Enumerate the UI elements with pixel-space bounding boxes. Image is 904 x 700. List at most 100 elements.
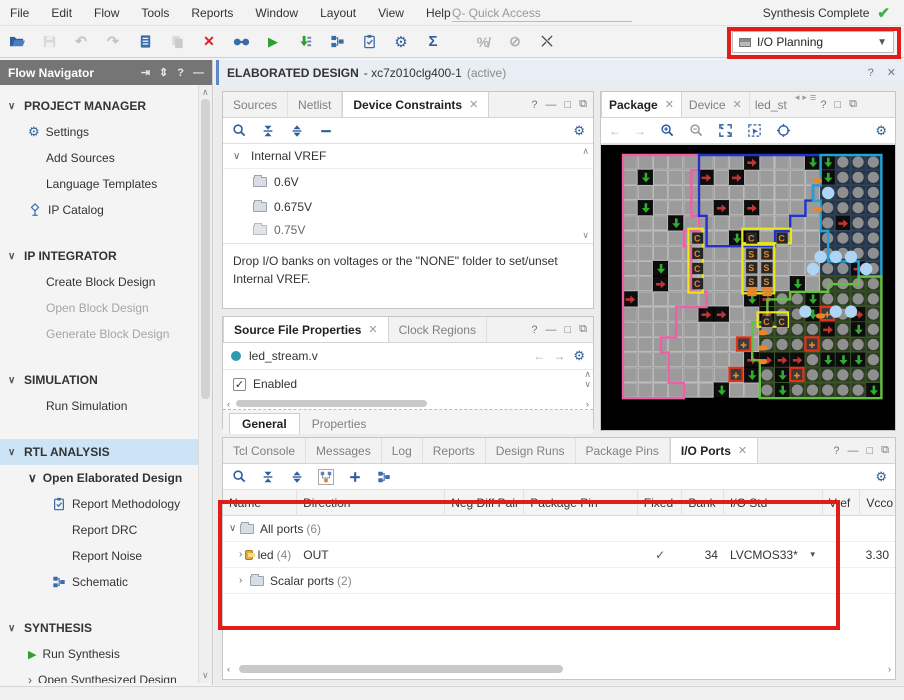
section-ip-integrator[interactable]: ∨IP INTEGRATOR [0,243,212,269]
tab-device[interactable]: Device✕ [682,92,750,117]
close-tab-icon[interactable]: ✕ [733,98,742,111]
menu-tools[interactable]: Tools [141,6,169,20]
float-icon[interactable]: ⧉ [849,98,857,111]
help-icon[interactable]: ? [177,67,184,79]
col-name[interactable]: Name [223,490,297,516]
section-simulation[interactable]: ∨SIMULATION [0,367,212,393]
tab-sources[interactable]: Sources [223,92,288,117]
item-generate-block-design[interactable]: Generate Block Design [0,321,212,347]
menu-flow[interactable]: Flow [94,6,119,20]
table-row-led[interactable]: ›led(4) OUT ✓ 34 LVCMOS33*▼ 3.30 [223,542,895,568]
item-create-block-design[interactable]: Create Block Design [0,269,212,295]
item-run-simulation[interactable]: Run Simulation [0,393,212,419]
maximize-icon[interactable]: □ [834,99,841,111]
implementation-icon[interactable] [296,33,314,51]
item-schematic[interactable]: Schematic [0,569,212,595]
search-icon[interactable] [231,469,247,485]
item-report-noise[interactable]: Report Noise [0,543,212,569]
help-icon[interactable]: ? [531,324,537,336]
vertical-scrollbar[interactable]: ∧∨ [584,370,591,390]
tab-tcl-console[interactable]: Tcl Console [223,438,306,463]
maximize-icon[interactable]: □ [866,445,873,457]
collapse-all-icon[interactable] [260,123,276,139]
menu-reports[interactable]: Reports [191,6,233,20]
gear-icon[interactable]: ⚙ [573,348,585,364]
item-add-sources[interactable]: Add Sources [0,145,212,171]
add-icon[interactable] [347,469,363,485]
report-icon[interactable] [136,33,154,51]
collapse-all-icon[interactable] [260,469,276,485]
close-tab-icon[interactable]: ✕ [665,98,674,111]
delete-icon[interactable]: ✕ [200,33,218,51]
zoom-out-icon[interactable] [688,123,704,139]
tree-item-0.75v[interactable]: 0.75V [223,219,593,241]
tab-device-constraints[interactable]: Device Constraints✕ [342,92,489,117]
autofit-icon[interactable] [775,123,791,139]
horizontal-scrollbar[interactable]: ‹› [223,398,593,410]
forward-icon[interactable]: → [553,349,565,363]
gear-icon[interactable]: ⚙ [875,469,887,485]
close-tab-icon[interactable]: ✕ [469,98,478,111]
run-icon[interactable]: ▶ [264,33,282,51]
section-rtl-analysis[interactable]: ∨RTL ANALYSIS [0,439,212,465]
item-report-drc[interactable]: Report DRC [0,517,212,543]
enabled-checkbox[interactable]: ✓ [233,378,246,391]
item-run-synthesis[interactable]: ▶Run Synthesis [0,641,212,667]
minimize-icon[interactable]: — [545,99,556,111]
menu-edit[interactable]: Edit [51,6,72,20]
expand-all-icon[interactable] [289,469,305,485]
minimize-icon[interactable]: — [193,67,204,79]
float-icon[interactable]: ⧉ [579,323,587,336]
tab-clock-regions[interactable]: Clock Regions [389,317,487,342]
item-open-block-design[interactable]: Open Block Design [0,295,212,321]
menu-view[interactable]: View [378,6,404,20]
find-icon[interactable] [232,33,250,51]
zoom-fit-icon[interactable] [717,123,733,139]
schematic-icon[interactable] [328,33,346,51]
table-row-scalar-ports[interactable]: ›Scalar ports(2) [223,568,895,594]
menu-window[interactable]: Window [255,6,298,20]
zoom-in-icon[interactable] [659,123,675,139]
open-project-icon[interactable] [8,33,26,51]
sum-icon[interactable]: Σ [424,33,442,51]
scroll-up-icon[interactable]: ∧ [582,146,589,157]
item-open-synthesized-design[interactable]: ›Open Synthesized Design [0,667,212,683]
tab-messages[interactable]: Messages [306,438,382,463]
table-row-all-ports[interactable]: ∨All ports(6) [223,516,895,542]
tab-design-runs[interactable]: Design Runs [486,438,576,463]
gear-icon[interactable]: ⚙ [573,123,585,139]
scroll-down-icon[interactable]: ∨ [582,230,589,241]
tab-scroll-left-icon[interactable]: ◂ [795,92,800,117]
save-icon[interactable] [40,33,58,51]
tab-properties[interactable]: Properties [300,414,379,434]
tab-scroll-right-icon[interactable]: ▸ [802,92,807,117]
section-synthesis[interactable]: ∨SYNTHESIS [0,615,212,641]
tab-source-file-properties[interactable]: Source File Properties✕ [223,317,389,342]
back-icon[interactable]: ← [609,124,621,138]
float-icon[interactable]: ⧉ [579,98,587,111]
tree-item-0.6v[interactable]: 0.6V [223,169,593,194]
undo-icon[interactable]: ↶ [72,33,90,51]
tab-log[interactable]: Log [382,438,423,463]
probe-icon[interactable]: ⤬ [538,33,556,51]
help-icon[interactable]: ? [833,445,839,457]
tree-item-internal-vref[interactable]: ∨Internal VREF [223,144,593,169]
col-vref[interactable]: Vref [823,490,861,516]
col-io-std[interactable]: I/O Std [724,490,823,516]
methodology-icon[interactable] [360,33,378,51]
help-icon[interactable]: ? [820,99,826,111]
horizontal-scrollbar[interactable]: ‹› [227,662,891,675]
collapse-all-icon[interactable]: ⇥ [141,66,150,79]
col-fixed[interactable]: Fixed [638,490,683,516]
zoom-selection-icon[interactable] [746,123,762,139]
forward-icon[interactable]: → [634,124,646,138]
package-pin-map[interactable]: CCCCCCCCSSSSSS✚✚✚✚✚ [601,144,895,430]
item-settings[interactable]: ⚙Settings [0,119,212,145]
back-icon[interactable]: ← [533,349,545,363]
cell-io-std[interactable]: LVCMOS33*▼ [724,542,823,568]
settings-icon[interactable]: ⚙ [392,33,410,51]
maximize-icon[interactable]: □ [564,99,571,111]
tab-general[interactable]: General [229,413,300,434]
menu-file[interactable]: File [10,6,29,20]
minimize-icon[interactable]: — [847,445,858,457]
